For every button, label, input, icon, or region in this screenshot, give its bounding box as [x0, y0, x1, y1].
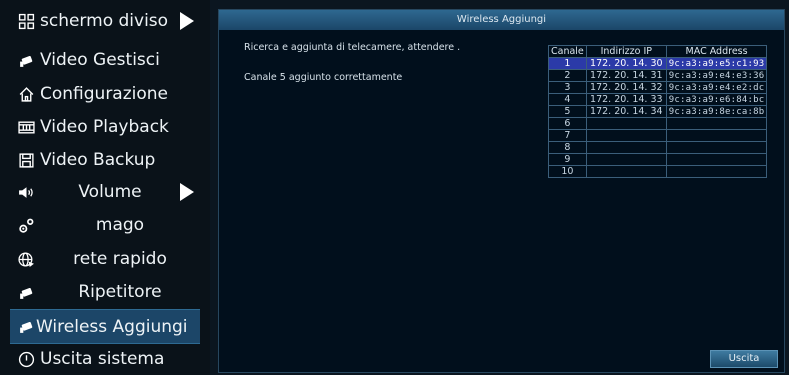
menu-item-repeater[interactable]: Ripetitore [10, 276, 200, 308]
mac-cell: 9c:a3:a9:e5:c1:93 [665, 57, 768, 70]
table-row[interactable]: 5 172. 20. 14. 34 9c:a3:a9:8e:ca:8b [548, 105, 768, 118]
film-icon [16, 117, 36, 137]
ip-cell [585, 153, 667, 166]
chevron-right-icon [180, 12, 194, 30]
camera-icon [16, 50, 36, 70]
speaker-icon [16, 182, 36, 202]
ip-cell [585, 129, 667, 142]
power-icon [16, 349, 36, 369]
panel-title: Wireless Aggiungi [219, 10, 784, 30]
channel-cell: 5 [548, 105, 587, 118]
home-icon [16, 84, 36, 104]
menu-item-configuration[interactable]: Configurazione [10, 78, 200, 110]
menu-item-wizard[interactable]: mago [10, 209, 200, 241]
camera-icon [16, 282, 36, 302]
menu-item-volume[interactable]: Volume [10, 176, 200, 208]
globe-icon [16, 249, 36, 269]
mac-cell: 9c:a3:a9:8e:ca:8b [665, 105, 768, 118]
menu-item-label: mago [95, 215, 145, 235]
table-row[interactable]: 1 172. 20. 14. 30 9c:a3:a9:e5:c1:93 [548, 57, 768, 70]
table-row[interactable]: 2 172. 20. 14. 31 9c:a3:a9:e4:e3:36 [548, 69, 768, 82]
menu-item-system-exit[interactable]: Uscita sistema [10, 343, 200, 375]
mac-cell [665, 141, 768, 154]
mac-cell: 9c:a3:a9:e6:84:bc [665, 93, 768, 106]
main-menu: schermo diviso Video Gestisci Configuraz… [0, 0, 210, 375]
mac-cell: 9c:a3:a9:e4:e3:36 [665, 69, 768, 82]
mac-cell [665, 117, 768, 130]
table-row[interactable]: 3 172. 20. 14. 32 9c:a3:a9:e4:e2:dc [548, 81, 768, 94]
ip-cell: 172. 20. 14. 32 [585, 81, 667, 94]
column-header-channel: Canale [548, 45, 587, 58]
menu-item-label: Video Playback [40, 117, 169, 137]
channel-cell: 9 [548, 153, 587, 166]
menu-item-video-backup[interactable]: Video Backup [10, 144, 200, 176]
search-status-text: Ricerca e aggiunta di telecamere, attend… [244, 42, 461, 53]
menu-item-label: Configurazione [40, 84, 169, 104]
floppy-icon [16, 150, 36, 170]
exit-button[interactable]: Uscita [710, 350, 778, 368]
table-row[interactable]: 10 [548, 165, 768, 178]
ip-cell [585, 165, 667, 178]
ip-cell [585, 117, 667, 130]
menu-item-label: Video Gestisci [40, 50, 160, 70]
column-header-ip: Indirizzo IP [585, 45, 667, 58]
menu-item-quick-network[interactable]: rete rapido [10, 243, 200, 275]
mac-cell [665, 129, 768, 142]
table-header-row: Canale Indirizzo IP MAC Address [548, 45, 768, 58]
mac-cell [665, 153, 768, 166]
grid-icon [16, 11, 36, 31]
menu-item-label: Ripetitore [78, 282, 162, 302]
gears-icon [16, 215, 36, 235]
menu-item-label: Wireless Aggiungi [36, 316, 188, 337]
wireless-add-panel: Wireless Aggiungi Ricerca e aggiunta di … [218, 9, 785, 373]
channel-cell: 3 [548, 81, 587, 94]
added-status-text: Canale 5 aggiunto correttamente [244, 72, 403, 83]
column-header-mac: MAC Address [665, 45, 768, 58]
ip-cell [585, 141, 667, 154]
channel-cell: 6 [548, 117, 587, 130]
table-row[interactable]: 6 [548, 117, 768, 130]
menu-item-label: Uscita sistema [40, 349, 165, 369]
ip-cell: 172. 20. 14. 31 [585, 69, 667, 82]
table-row[interactable]: 7 [548, 129, 768, 142]
ip-cell: 172. 20. 14. 33 [585, 93, 667, 106]
ip-cell: 172. 20. 14. 30 [585, 57, 667, 70]
menu-item-label: rete rapido [73, 249, 167, 269]
channel-cell: 1 [548, 57, 587, 70]
channel-cell: 7 [548, 129, 587, 142]
menu-item-label: Volume [78, 182, 142, 202]
menu-item-video-playback[interactable]: Video Playback [10, 111, 200, 143]
menu-item-wireless-add[interactable]: Wireless Aggiungi [10, 309, 200, 344]
menu-item-label: schermo diviso [40, 11, 169, 31]
channel-cell: 4 [548, 93, 587, 106]
channel-cell: 2 [548, 69, 587, 82]
menu-item-label: Video Backup [40, 150, 156, 170]
chevron-right-icon [180, 183, 194, 201]
menu-item-video-manage[interactable]: Video Gestisci [10, 44, 200, 76]
channel-cell: 8 [548, 141, 587, 154]
ip-cell: 172. 20. 14. 34 [585, 105, 667, 118]
mac-cell: 9c:a3:a9:e4:e2:dc [665, 81, 768, 94]
menu-item-split-screen[interactable]: schermo diviso [10, 5, 200, 37]
table-row[interactable]: 4 172. 20. 14. 33 9c:a3:a9:e6:84:bc [548, 93, 768, 106]
camera-icon [16, 317, 36, 337]
table-row[interactable]: 8 [548, 141, 768, 154]
mac-cell [665, 165, 768, 178]
channel-cell: 10 [548, 165, 587, 178]
table-row[interactable]: 9 [548, 153, 768, 166]
channel-table: Canale Indirizzo IP MAC Address 1 172. 2… [548, 45, 768, 178]
